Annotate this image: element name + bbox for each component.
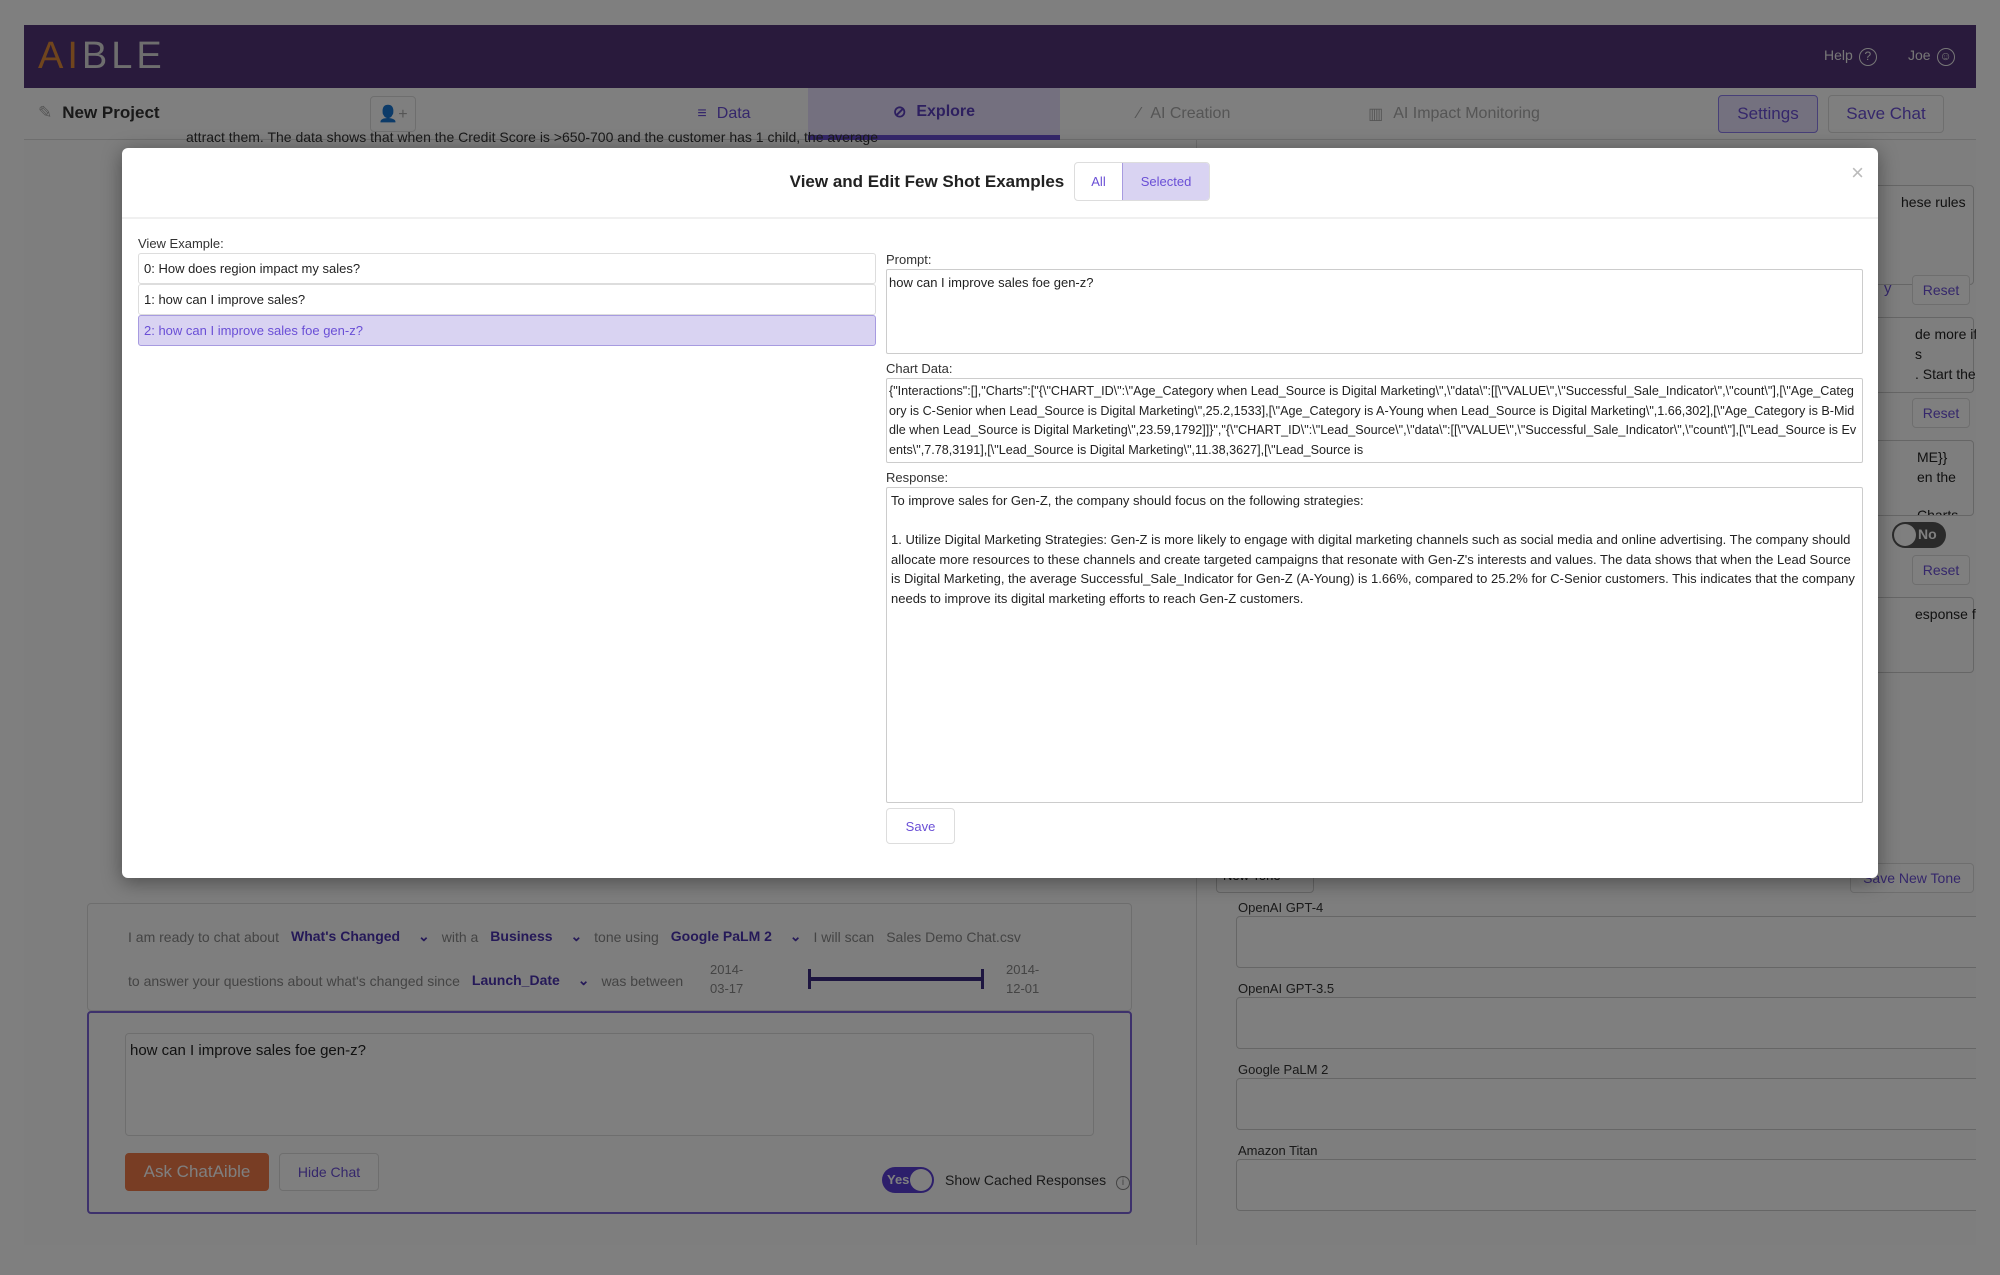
- modal-title: View and Edit Few Shot Examples: [789, 171, 1065, 191]
- filter-selected-button[interactable]: Selected: [1121, 163, 1210, 200]
- modal-header: View and Edit Few Shot Examples All Sele…: [122, 162, 1878, 201]
- view-example-label: View Example:: [138, 236, 224, 251]
- response-textarea[interactable]: To improve sales for Gen-Z, the company …: [886, 487, 1863, 803]
- example-item[interactable]: 1: how can I improve sales?: [138, 284, 876, 315]
- few-shot-examples-modal: View and Edit Few Shot Examples All Sele…: [122, 148, 1878, 878]
- example-item-selected[interactable]: 2: how can I improve sales foe gen-z?: [138, 315, 876, 346]
- close-icon[interactable]: ×: [1851, 160, 1864, 186]
- header-divider: [122, 217, 1878, 219]
- prompt-label: Prompt:: [886, 252, 932, 267]
- filter-toggle: All Selected: [1074, 162, 1211, 201]
- chart-data-textarea[interactable]: {"Interactions":[],"Charts":["{\"CHART_I…: [886, 378, 1863, 463]
- save-button[interactable]: Save: [886, 808, 955, 844]
- response-label: Response:: [886, 470, 949, 485]
- example-item[interactable]: 0: How does region impact my sales?: [138, 253, 876, 284]
- chart-data-label: Chart Data:: [886, 361, 953, 376]
- response-paragraph: To improve sales for Gen-Z, the company …: [891, 493, 1364, 508]
- response-paragraph: 1. Utilize Digital Marketing Strategies:…: [891, 532, 1855, 606]
- filter-all-button[interactable]: All: [1075, 163, 1121, 200]
- prompt-textarea[interactable]: how can I improve sales foe gen-z?: [886, 269, 1863, 354]
